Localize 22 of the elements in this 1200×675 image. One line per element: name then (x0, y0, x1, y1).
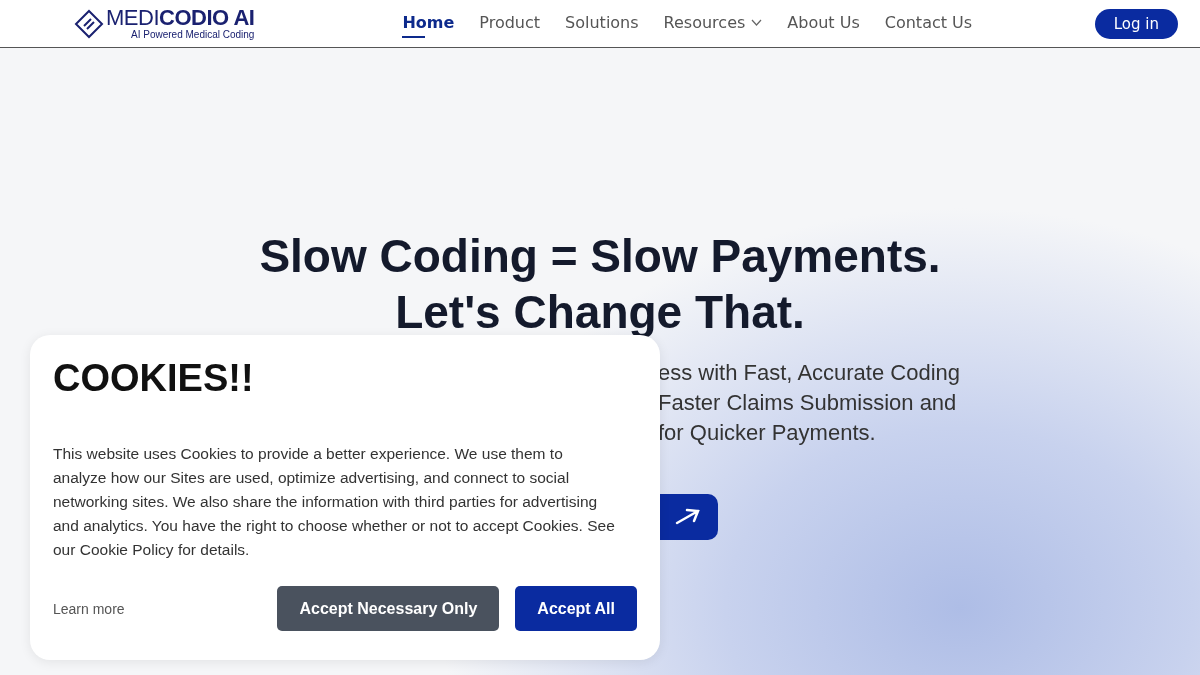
learn-more-link[interactable]: Learn more (53, 600, 125, 617)
hero-title: Slow Coding = Slow Payments. (259, 229, 941, 284)
nav-link[interactable]: About Us (787, 9, 860, 38)
arrow-icon (675, 507, 701, 527)
accept-all-button[interactable]: Accept All (515, 586, 637, 631)
nav-link[interactable]: Product (479, 9, 541, 38)
logo-tagline: AI Powered Medical Coding (131, 29, 255, 40)
nav-link[interactable]: Solutions (565, 9, 639, 38)
nav-link[interactable]: Contact Us (884, 9, 973, 38)
logo-text: MEDICODIO AI (106, 7, 255, 29)
hero-subtitle: ess with Fast, Accurate Coding (658, 359, 961, 387)
nav-link[interactable]: Home (402, 9, 455, 38)
logo-icon (74, 8, 104, 39)
hero-subtitle: for Quicker Payments. (658, 419, 876, 447)
cookie-text: This website uses Cookies to provide a better experience. We use them to analyze how our Sites are used, optimize advertising, and connect to social networking sites. We also share the information with third parties for advertising and analytics. You have the right to choose whether or not to accept Cookies. See our Cookie Policy for details. (53, 444, 616, 560)
hero-subtitle: Faster Claims Submission and (658, 389, 957, 417)
cookie-title: COOKIES!! (53, 357, 255, 400)
hero-title: Let's Change That. (395, 285, 805, 340)
nav-link[interactable]: Resources (663, 9, 763, 38)
cta-button[interactable] (658, 494, 718, 540)
login-button[interactable]: Log in (1094, 8, 1178, 39)
accept-necessary-button[interactable]: Accept Necessary Only (277, 586, 500, 631)
